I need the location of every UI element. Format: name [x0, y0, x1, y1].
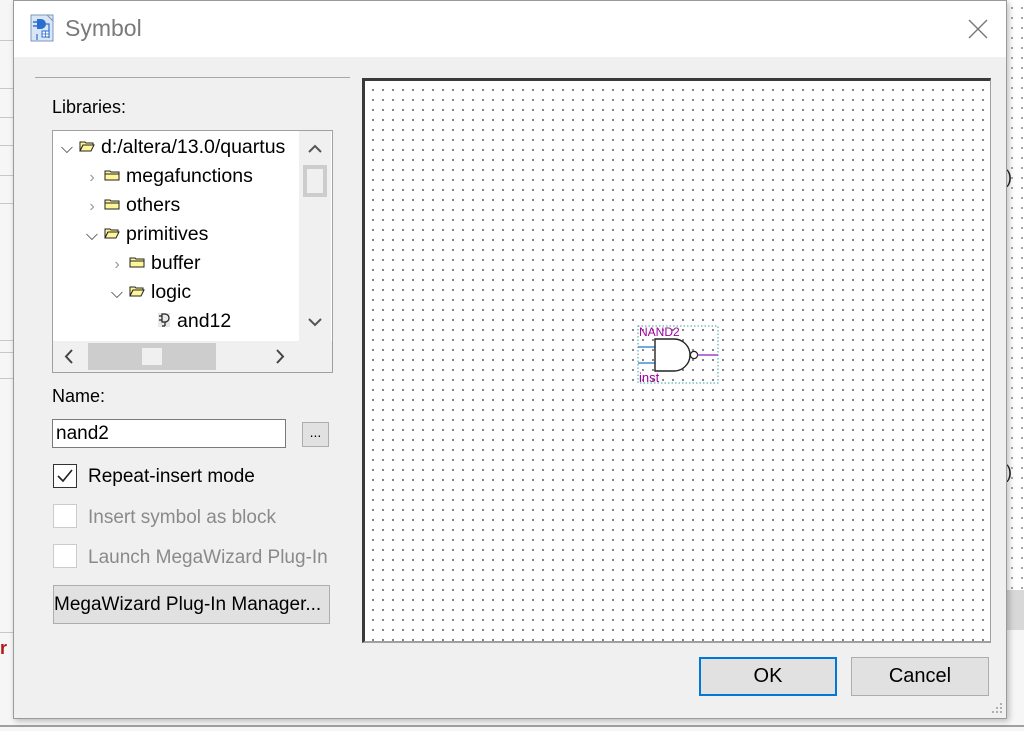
insert-as-block-checkbox[interactable]	[53, 504, 77, 528]
repeat-insert-checkbox[interactable]	[53, 464, 77, 488]
background-divider	[0, 340, 14, 341]
title-bar: Symbol	[14, 1, 1006, 57]
chevron-down-icon[interactable]: ⌵	[82, 221, 102, 250]
tree-item-logic[interactable]: ⌵ logic	[107, 278, 191, 307]
tree-item-others[interactable]: › others	[82, 191, 180, 220]
inverter-bubble	[689, 350, 699, 360]
tree-item-megafunctions[interactable]: › megafunctions	[82, 162, 253, 191]
close-icon[interactable]	[960, 13, 996, 45]
instance-name-text: inst	[639, 370, 660, 384]
resize-grip-icon[interactable]	[990, 701, 1004, 715]
folder-icon	[104, 170, 120, 181]
folder-icon	[104, 199, 120, 210]
scroll-up-icon[interactable]	[299, 135, 331, 161]
background-divider	[0, 88, 14, 89]
folder-open-icon	[79, 141, 95, 152]
dialog-title: Symbol	[65, 15, 142, 41]
tree-horizontal-scroll-thumb[interactable]	[88, 343, 216, 370]
background-divider	[0, 725, 1024, 727]
repeat-insert-label: Repeat-insert mode	[88, 466, 255, 487]
symbol-icon	[158, 312, 170, 327]
background-divider	[0, 175, 14, 176]
folder-icon	[129, 257, 145, 268]
background-divider	[0, 378, 14, 379]
cancel-button[interactable]: Cancel	[851, 657, 989, 696]
section-divider	[35, 77, 350, 78]
tree-item-label: logic	[151, 281, 192, 303]
background-divider	[0, 203, 14, 204]
insert-as-block-label: Insert symbol as block	[88, 507, 276, 528]
libraries-label: Libraries:	[52, 97, 127, 117]
background-scrollbar	[1005, 590, 1024, 630]
chevron-down-icon[interactable]: ⌵	[107, 279, 127, 308]
browse-button[interactable]: ...	[302, 422, 329, 447]
tree-item-root[interactable]: ⌵ d:/altera/13.0/quartus	[57, 133, 285, 162]
scroll-right-icon[interactable]	[264, 341, 296, 372]
tree-item-primitives[interactable]: ⌵ primitives	[82, 220, 208, 249]
folder-open-icon	[129, 286, 145, 297]
scroll-left-icon[interactable]	[53, 341, 85, 372]
chevron-down-icon[interactable]: ⌵	[57, 134, 77, 163]
nand-gate-body	[654, 338, 691, 372]
tree-viewport: ⌵ d:/altera/13.0/quartus › megafunctions ›…	[53, 131, 299, 341]
symbol-dialog: Symbol Libraries: ⌵ d:/altera/13.0/quartu…	[13, 0, 1007, 719]
background-partial-text: r	[0, 638, 8, 658]
background-schematic-canvas	[1005, 0, 1024, 590]
scroll-down-icon[interactable]	[299, 309, 331, 335]
tree-item-label: others	[126, 194, 181, 216]
folder-open-icon	[104, 228, 120, 239]
checkmark-icon	[57, 469, 73, 483]
name-input[interactable]	[52, 419, 286, 448]
tree-item-label: and12	[177, 310, 232, 332]
tree-vertical-scrollbar[interactable]	[299, 131, 331, 341]
background-divider	[0, 117, 14, 118]
background-divider	[0, 632, 14, 633]
tree-item-label: d:/altera/13.0/quartus	[101, 136, 286, 158]
tree-item-buffer[interactable]: › buffer	[107, 249, 201, 279]
background-divider	[0, 352, 14, 353]
nand2-symbol: NAND2 inst	[637, 325, 719, 384]
symbol-app-icon	[30, 14, 54, 42]
launch-megawizard-checkbox[interactable]	[53, 544, 77, 568]
megawizard-manager-button[interactable]: MegaWizard Plug-In Manager...	[53, 585, 330, 624]
symbol-preview-canvas: NAND2 inst	[362, 78, 991, 643]
name-label: Name:	[52, 386, 106, 406]
tree-horizontal-scrollbar[interactable]	[53, 341, 332, 372]
chevron-right-icon[interactable]: ›	[107, 250, 127, 279]
chevron-right-icon[interactable]: ›	[82, 163, 102, 192]
tree-vertical-scroll-thumb[interactable]	[303, 165, 327, 197]
input-wire	[638, 346, 655, 364]
ok-button[interactable]: OK	[699, 657, 837, 696]
launch-megawizard-label: Launch MegaWizard Plug-In	[88, 547, 328, 568]
tree-item-and12[interactable]: and12	[157, 307, 231, 336]
symbol-name-text: NAND2	[639, 325, 680, 339]
background-divider	[0, 145, 14, 146]
chevron-right-icon[interactable]: ›	[82, 192, 102, 221]
tree-item-label: primitives	[126, 223, 209, 245]
tree-item-label: megafunctions	[126, 165, 253, 187]
megawizard-manager-label: MegaWizard Plug-In Manager...	[54, 594, 322, 615]
libraries-tree[interactable]: ⌵ d:/altera/13.0/quartus › megafunctions ›…	[52, 130, 333, 373]
background-divider	[0, 40, 14, 41]
tree-item-label: buffer	[151, 252, 201, 274]
scrollbar-corner	[299, 341, 331, 372]
